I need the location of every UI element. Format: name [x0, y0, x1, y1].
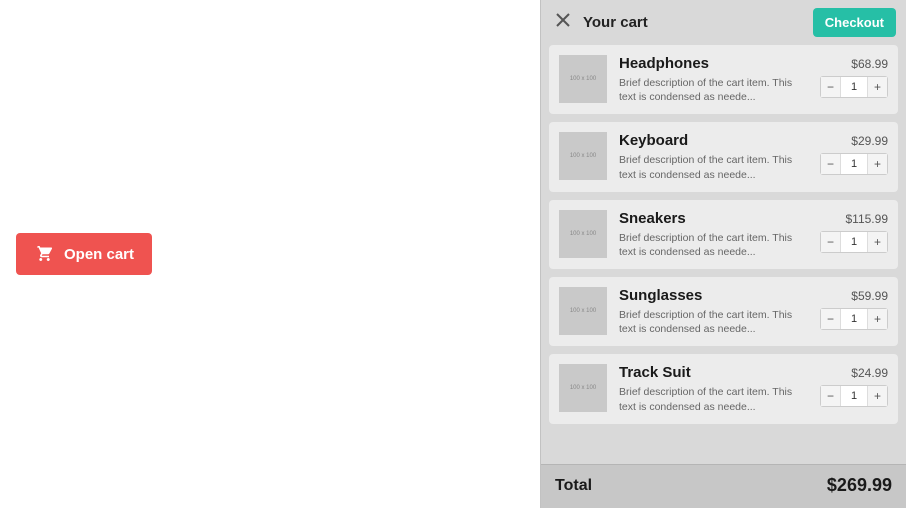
qty-increase-button[interactable]: +: [867, 154, 887, 174]
qty-value: 1: [841, 154, 867, 174]
qty-increase-button[interactable]: +: [867, 309, 887, 329]
item-price: $24.99: [851, 366, 888, 380]
item-body: Track Suit $24.99 Brief description of the…: [619, 364, 888, 413]
item-name: Sunglasses: [619, 287, 702, 304]
total-label: Total: [555, 477, 592, 495]
quantity-stepper: −1+: [820, 385, 888, 407]
quantity-stepper: −1+: [820, 308, 888, 330]
item-description: Brief description of the cart item. This…: [619, 153, 810, 181]
item-name: Headphones: [619, 55, 709, 72]
item-body: Keyboard $29.99 Brief description of the c…: [619, 132, 888, 181]
quantity-stepper: −1+: [820, 76, 888, 98]
qty-decrease-button[interactable]: −: [821, 309, 841, 329]
cart-item: 100 x 100 Keyboard $29.99 Brief description…: [549, 122, 898, 191]
item-price: $68.99: [851, 57, 888, 71]
item-name: Sneakers: [619, 210, 686, 227]
cart-item: 100 x 100 Sneakers $115.99 Brief descriptio…: [549, 200, 898, 269]
item-price: $59.99: [851, 289, 888, 303]
open-cart-label: Open cart: [64, 246, 134, 263]
cart-items-list[interactable]: 100 x 100 Headphones $68.99 Brief descripti…: [541, 45, 906, 464]
qty-decrease-button[interactable]: −: [821, 386, 841, 406]
cart-item: 100 x 100 Track Suit $24.99 Brief descripti…: [549, 354, 898, 423]
cart-footer: Total $269.99: [541, 464, 906, 508]
item-description: Brief description of the cart item. This…: [619, 76, 810, 104]
item-thumbnail: 100 x 100: [559, 132, 607, 180]
qty-value: 1: [841, 386, 867, 406]
total-value: $269.99: [827, 475, 892, 496]
qty-decrease-button[interactable]: −: [821, 232, 841, 252]
item-price: $115.99: [846, 212, 889, 226]
cart-icon: [34, 243, 52, 265]
checkout-button[interactable]: Checkout: [813, 8, 896, 37]
item-thumbnail: 100 x 100: [559, 55, 607, 103]
item-name: Track Suit: [619, 364, 691, 381]
item-thumbnail: 100 x 100: [559, 364, 607, 412]
quantity-stepper: −1+: [820, 231, 888, 253]
item-body: Headphones $68.99 Brief description of the…: [619, 55, 888, 104]
qty-value: 1: [841, 232, 867, 252]
close-button[interactable]: [551, 11, 575, 35]
cart-item: 100 x 100 Headphones $68.99 Brief descripti…: [549, 45, 898, 114]
item-price: $29.99: [851, 134, 888, 148]
item-description: Brief description of the cart item. This…: [619, 308, 810, 336]
qty-decrease-button[interactable]: −: [821, 154, 841, 174]
qty-decrease-button[interactable]: −: [821, 77, 841, 97]
item-description: Brief description of the cart item. This…: [619, 231, 810, 259]
cart-item: 100 x 100 Sunglasses $59.99 Brief descripti…: [549, 277, 898, 346]
qty-increase-button[interactable]: +: [867, 77, 887, 97]
open-cart-button[interactable]: Open cart: [16, 233, 152, 275]
item-body: Sunglasses $59.99 Brief description of the…: [619, 287, 888, 336]
close-icon: [556, 13, 570, 32]
qty-increase-button[interactable]: +: [867, 386, 887, 406]
qty-value: 1: [841, 77, 867, 97]
qty-increase-button[interactable]: +: [867, 232, 887, 252]
item-description: Brief description of the cart item. This…: [619, 385, 810, 413]
item-body: Sneakers $115.99 Brief description of the …: [619, 210, 888, 259]
cart-panel: Your cart Checkout 100 x 100 Headphones $6…: [540, 0, 906, 508]
cart-title: Your cart: [583, 14, 805, 31]
item-thumbnail: 100 x 100: [559, 210, 607, 258]
quantity-stepper: −1+: [820, 153, 888, 175]
main-area: Open cart: [0, 0, 540, 508]
cart-header: Your cart Checkout: [541, 0, 906, 45]
item-name: Keyboard: [619, 132, 688, 149]
qty-value: 1: [841, 309, 867, 329]
item-thumbnail: 100 x 100: [559, 287, 607, 335]
